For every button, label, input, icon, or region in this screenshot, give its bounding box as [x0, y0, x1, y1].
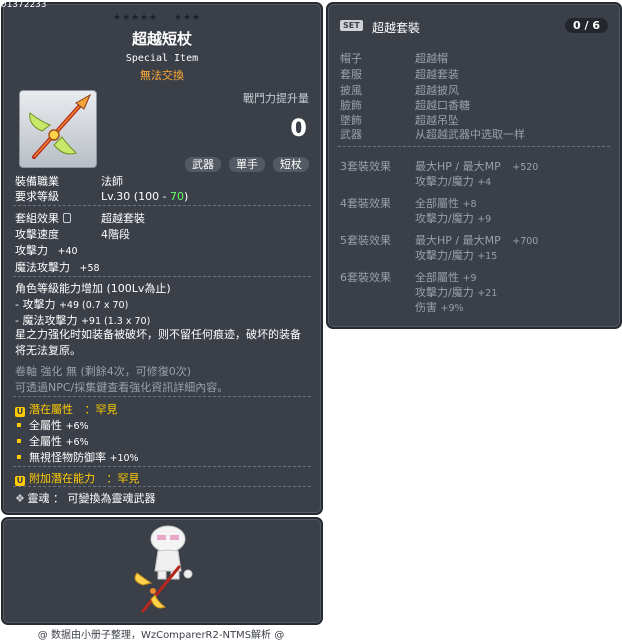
- stat-value: +40: [57, 246, 78, 257]
- req-level-base: (100: [133, 190, 160, 203]
- set-effect-label: 套組效果: [15, 210, 101, 226]
- divider: [13, 276, 311, 277]
- bullet-icon: [17, 423, 21, 427]
- star-icon: ★: [122, 13, 132, 23]
- potential-line: 全屬性 +6%: [15, 433, 89, 449]
- divider: [13, 205, 311, 206]
- req-level-close: ): [184, 190, 189, 203]
- star-info: 可透過NPC/採集鍵查看強化資訊詳細內容。: [15, 381, 229, 394]
- set-title: 超越套裝: [372, 21, 421, 35]
- staff-weapon-icon: [29, 93, 92, 159]
- stat-magic-attack-row: 魔法攻擊力 +58: [15, 259, 100, 275]
- set-part-name: 超越口香糖: [415, 99, 470, 112]
- attack-power-label: 戰鬥力提升量: [243, 92, 309, 105]
- divider: [13, 466, 311, 467]
- potential-badge-icon: U: [15, 476, 25, 486]
- potential-line: 無視怪物防御率 +10%: [15, 449, 139, 465]
- tag-weapon: 武器: [185, 157, 221, 172]
- potential-badge-icon: U: [15, 407, 25, 417]
- stat-value: +58: [79, 263, 100, 274]
- bullet-icon: [17, 439, 21, 443]
- star-icon: ★: [192, 13, 202, 23]
- set-effect-tier: 6套裝效果: [340, 271, 391, 284]
- star-icon: ★: [174, 13, 184, 23]
- tag-short-staff: 短杖: [273, 157, 309, 172]
- set-part-name: 超越帽: [415, 52, 448, 65]
- soul-row: ❖ 靈魂 ： 可變換為靈魂武器: [15, 492, 156, 505]
- item-description: 星之力强化时如装备被破坏，则不留任何痕迹，破坏的装备将无法复原。: [15, 328, 301, 357]
- set-effect-value: 超越套裝: [101, 212, 145, 225]
- stat-attack-row: 攻擊力 +40: [15, 242, 78, 258]
- set-effect-line: 全部屬性 +9: [415, 271, 477, 284]
- attack-speed-row: 攻擊速度 4階段: [15, 226, 130, 242]
- req-level-value: Lv.30: [101, 190, 131, 203]
- job-label: 裝備職業: [15, 175, 59, 188]
- footer-credit: @ 数据由小册子整理，WzComparerR2-NTMS解析 @: [37, 630, 285, 641]
- set-lock-icon: [62, 213, 71, 223]
- character-preview-panel: [1, 517, 323, 625]
- tag-one-handed: 單手: [229, 157, 265, 172]
- potential-header: U 潛在屬性 ：罕見: [15, 403, 118, 417]
- set-effect-line: 攻擊力/魔力 +4: [415, 175, 492, 188]
- set-count: 0 / 6: [565, 18, 608, 33]
- req-level-dash: -: [159, 190, 171, 203]
- attack-speed-value: 4階段: [101, 228, 130, 241]
- divider: [338, 146, 610, 147]
- star-icon: ★: [149, 13, 159, 23]
- attack-power-value: 0: [290, 114, 307, 142]
- divider: [13, 486, 311, 487]
- set-effect-tier: 5套裝效果: [340, 234, 391, 247]
- set-effect-line: 伤害 +9%: [415, 301, 464, 314]
- star-icon: ★: [113, 13, 123, 23]
- set-effect-line: 全部屬性 +8: [415, 197, 477, 210]
- set-effect-tier: 4套裝效果: [340, 197, 391, 210]
- soul-flame-icon: ❖: [15, 492, 25, 505]
- star-icon: ★: [131, 13, 141, 23]
- level-growth-title: 角色等級能力增加 (100Lv為止): [15, 282, 171, 295]
- job-row: 裝備職業 法師: [15, 173, 123, 189]
- item-id: 01372233: [1, 0, 47, 10]
- req-level-row: 要求等級 Lv.30 (100 - 70): [15, 188, 188, 204]
- set-effect-line: 攻擊力/魔力 +9: [415, 212, 492, 225]
- trade-status: 無法交換: [140, 69, 184, 82]
- set-part-slot: 披風: [340, 84, 362, 97]
- divider: [13, 396, 311, 397]
- item-tooltip-panel: ★★★★★ ★★★ 超越短杖 Special Item 無法交換 戰鬥力提升量 0…: [1, 2, 323, 515]
- set-badge-icon: SET: [340, 20, 363, 31]
- req-level-label: 要求等級: [15, 190, 59, 203]
- bullet-icon: [17, 455, 21, 459]
- level-growth-magic: - 魔法攻擊力 +91 (1.3 x 70): [15, 314, 151, 327]
- set-part-slot: 臉飾: [340, 99, 362, 112]
- set-effect-line: 攻擊力/魔力 +21: [415, 286, 498, 299]
- potential-line: 全屬性 +6%: [15, 417, 89, 433]
- stat-label: 攻擊力: [15, 244, 48, 257]
- set-part-name: 超越披风: [415, 84, 459, 97]
- set-effect-row: 套組效果 超越套裝: [15, 210, 145, 226]
- star-icon: ★: [183, 13, 193, 23]
- set-effect-line: 攻擊力/魔力 +15: [415, 249, 498, 262]
- set-part-slot: 帽子: [340, 52, 362, 65]
- set-effect-line: 最大HP / 最大MP +520: [415, 160, 539, 173]
- set-effect-line: 最大HP / 最大MP +700: [415, 234, 539, 247]
- set-part-slot: 套服: [340, 68, 362, 81]
- item-icon-frame: [19, 90, 97, 168]
- set-part-name: 从超越武器中选取一样: [415, 128, 525, 141]
- attack-speed-label: 攻擊速度: [15, 228, 59, 241]
- set-effect-tier: 3套裝效果: [340, 160, 391, 173]
- scroll-info: 卷軸 強化 無 (剩餘4次，可修復0次): [15, 365, 192, 378]
- set-part-slot: 武器: [340, 128, 362, 141]
- stat-label: 魔法攻擊力: [15, 261, 70, 274]
- item-type: Special Item: [125, 53, 199, 64]
- character-avatar: [134, 525, 193, 613]
- star-force-stars: ★★★★★ ★★★: [113, 13, 201, 23]
- star-icon: ★: [140, 13, 150, 23]
- set-part-name: 超越套装: [415, 68, 459, 81]
- req-level-bonus: 70: [170, 190, 185, 203]
- job-value: 法師: [101, 175, 123, 188]
- level-growth-attack: - 攻擊力 +49 (0.7 x 70): [15, 298, 129, 311]
- item-name: 超越短杖: [131, 30, 192, 48]
- set-panel: SET 超越套裝 0 / 6 帽子 超越帽 套服 超越套装 披風 超越披风 臉飾…: [326, 2, 622, 329]
- bonus-potential-header: U 附加潛在能力 ：罕見: [15, 472, 140, 486]
